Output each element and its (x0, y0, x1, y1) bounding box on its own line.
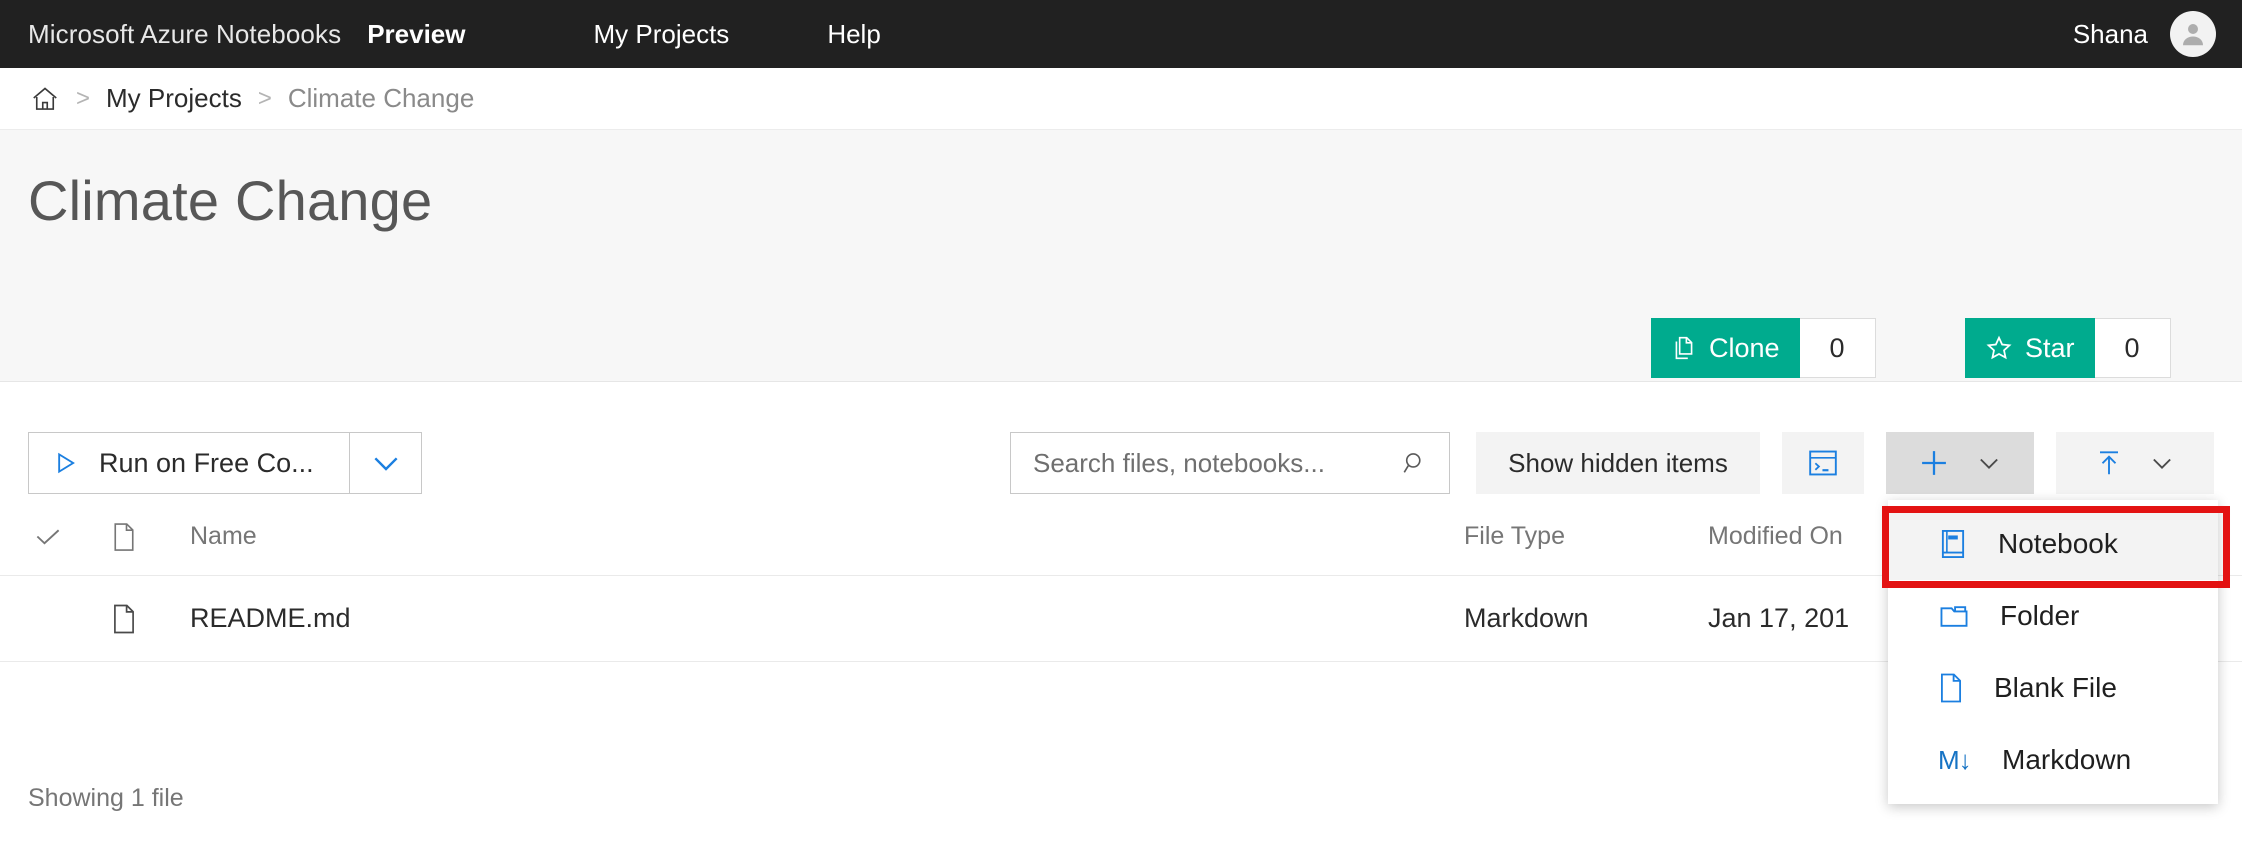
upload-arrow-icon (2094, 447, 2124, 479)
file-icon (96, 603, 152, 635)
brand-title: Microsoft Azure Notebooks (28, 18, 342, 49)
star-button[interactable]: Star (1965, 318, 2095, 378)
run-button-label: Run on Free Co... (99, 447, 314, 478)
chevron-down-icon (1975, 453, 2003, 473)
search-box[interactable] (1010, 432, 1450, 494)
home-icon[interactable] (30, 84, 60, 114)
clone-button-label: Clone (1709, 332, 1780, 363)
app-page: Microsoft Azure Notebooks Preview My Pro… (0, 0, 2242, 860)
run-dropdown-caret[interactable] (350, 432, 422, 494)
plus-icon (1917, 446, 1951, 480)
breadcrumb: > My Projects > Climate Change (0, 68, 2242, 130)
menu-item-folder[interactable]: Folder (1888, 580, 2218, 652)
run-on-free-compute-button[interactable]: Run on Free Co... (28, 432, 350, 494)
menu-item-notebook[interactable]: Notebook (1888, 508, 2218, 580)
nav-my-projects[interactable]: My Projects (594, 19, 730, 50)
clone-copy-icon (1671, 335, 1697, 361)
column-header-name[interactable]: Name (152, 522, 1464, 551)
notebook-book-icon (1938, 528, 1968, 560)
star-icon (1985, 334, 2013, 362)
clone-button[interactable]: Clone (1651, 318, 1800, 378)
breadcrumb-separator-1: > (76, 84, 91, 112)
user-area[interactable]: Shana (2073, 11, 2216, 57)
showing-count-label: Showing 1 file (28, 784, 184, 812)
clone-button-group[interactable]: Clone 0 (1651, 318, 1876, 378)
menu-item-markdown[interactable]: M↓ Markdown (1888, 724, 2218, 796)
blank-file-icon (1938, 672, 1964, 704)
clone-count: 0 (1799, 318, 1876, 378)
terminal-button[interactable] (1782, 432, 1864, 494)
file-name-link[interactable]: README.md (152, 603, 1464, 634)
chevron-down-icon (2148, 453, 2176, 473)
show-hidden-items-button[interactable]: Show hidden items (1476, 432, 1760, 494)
file-type-value: Markdown (1464, 603, 1589, 633)
column-header-file-type[interactable]: File Type (1464, 522, 1708, 551)
upload-button[interactable] (2056, 432, 2214, 494)
preview-badge: Preview (367, 18, 466, 49)
top-navigation-bar: Microsoft Azure Notebooks Preview My Pro… (0, 0, 2242, 68)
nav-help[interactable]: Help (827, 19, 880, 50)
file-icon (96, 522, 152, 552)
search-icon[interactable] (1401, 449, 1449, 477)
select-all-checkbox[interactable] (0, 525, 96, 549)
menu-item-folder-label: Folder (2000, 600, 2080, 631)
menu-item-blank-file[interactable]: Blank File (1888, 652, 2218, 724)
username-label: Shana (2072, 18, 2148, 49)
star-button-group[interactable]: Star 0 (1965, 318, 2171, 378)
menu-item-markdown-label: Markdown (2002, 744, 2132, 775)
folder-icon (1938, 602, 1970, 630)
user-avatar-icon[interactable] (2170, 11, 2216, 57)
new-item-button[interactable] (1886, 432, 2034, 494)
star-count: 0 (2094, 318, 2171, 378)
breadcrumb-my-projects[interactable]: My Projects (106, 83, 242, 114)
terminal-icon (1806, 448, 1840, 478)
menu-item-notebook-label: Notebook (1998, 528, 2118, 559)
search-input[interactable] (1011, 447, 1401, 479)
new-item-dropdown-menu: Notebook Folder Blank File M↓ Markdown (1888, 500, 2218, 804)
menu-item-blank-file-label: Blank File (1994, 672, 2117, 703)
run-button-group[interactable]: Run on Free Co... (28, 432, 422, 494)
play-triangle-icon (51, 449, 79, 477)
markdown-icon: M↓ (1938, 744, 1972, 775)
breadcrumb-current: Climate Change (287, 83, 475, 113)
page-title: Climate Change (28, 169, 433, 232)
breadcrumb-separator-2: > (257, 84, 272, 112)
project-header: Climate Change Clone 0 Star 0 (0, 130, 2242, 482)
star-button-label: Star (2025, 332, 2075, 363)
